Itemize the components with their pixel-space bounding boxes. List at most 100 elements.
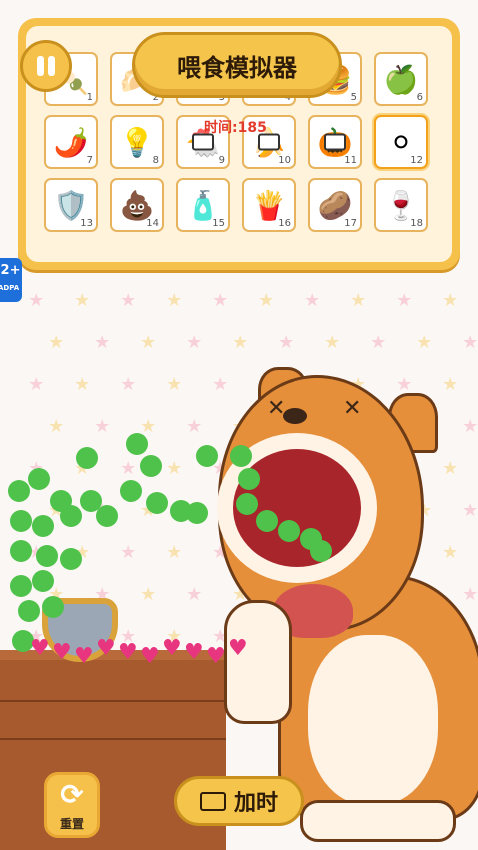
star-icon: ★ [28,290,45,311]
item-slot-17[interactable]: 🥔 17 [308,178,362,232]
star-icon: ★ [370,332,387,353]
item-slot-16[interactable]: 🍟 16 [242,178,296,232]
green-pea [120,480,142,502]
green-pea [310,540,332,562]
star-icon: ★ [74,374,91,395]
star-icon: ★ [278,332,295,353]
item-number: 8 [152,155,159,166]
item-number: 18 [410,218,423,229]
dog-nose [283,408,307,424]
reset-button[interactable]: ⟳ 重置 [44,772,100,838]
item-icon: ⚪ [389,125,413,159]
item-icon: 🛡️ [53,188,89,222]
heart-icon: ♥ [52,640,72,665]
item-slot-6[interactable]: 🍏 6 [374,52,428,106]
green-pea [236,493,258,515]
green-pea [196,445,218,467]
green-pea [126,433,148,455]
green-pea [10,575,32,597]
item-number: 10 [278,155,291,166]
item-icon: 🍏 [383,62,419,96]
item-slot-12[interactable]: ⚪ 12 [374,115,428,169]
heart-icon: ♥ [184,640,204,665]
add-time-button[interactable]: 加时 [174,776,304,826]
refresh-icon: ⟳ [60,778,84,811]
item-slot-18[interactable]: 🍷 18 [374,178,428,232]
green-pea [32,515,54,537]
green-pea [140,455,162,477]
star-icon: ★ [94,332,111,353]
pointing-hand [224,600,292,724]
star-icon: ★ [186,332,203,353]
star-icon: ★ [140,584,157,605]
star-icon: ★ [232,332,249,353]
item-slot-8[interactable]: 💡 8 [110,115,164,169]
green-pea [278,520,300,542]
heart-icon: ♥ [140,644,160,669]
dog-feet [300,800,456,842]
age-rating-sub: CADPA [0,284,20,292]
heart-icon: ♥ [96,636,116,661]
star-icon: ★ [416,332,433,353]
star-icon: ★ [324,332,341,353]
star-icon: ★ [350,290,367,311]
item-number: 16 [278,218,291,229]
star-icon: ★ [120,542,137,563]
item-number: 12 [410,155,423,166]
heart-icon: ♥ [118,640,138,665]
item-icon: 🍷 [383,188,419,222]
green-pea [28,468,50,490]
item-number: 5 [350,92,357,103]
pause-button[interactable] [20,40,72,92]
item-number: 6 [416,92,423,103]
item-icon: 🍟 [251,188,287,222]
item-number: 9 [218,155,225,166]
star-icon: ★ [166,374,183,395]
timer-text: 时间:185 [204,120,267,136]
video-camera-icon [199,791,226,811]
star-icon: ★ [166,458,183,479]
age-rating-badge: 12+ CADPA [0,258,22,302]
item-icon: 🥔 [317,188,353,222]
star-icon: ★ [304,290,321,311]
item-number: 7 [86,155,93,166]
green-pea [230,445,252,467]
star-icon: ★ [94,416,111,437]
item-number: 15 [212,218,225,229]
age-rating: 12+ [0,263,21,278]
star-icon: ★ [462,332,478,353]
star-icon: ★ [28,374,45,395]
item-slot-13[interactable]: 🛡️ 13 [44,178,98,232]
heart-icon: ♥ [74,644,94,669]
green-pea [256,510,278,532]
star-icon: ★ [120,290,137,311]
star-icon: ★ [212,290,229,311]
item-icon: 🌶️ [53,125,89,159]
green-pea [8,480,30,502]
heart-icon: ♥ [30,636,50,661]
green-pea [60,505,82,527]
green-pea [10,540,32,562]
green-pea [76,447,98,469]
star-icon: ★ [166,290,183,311]
item-slot-7[interactable]: 🌶️ 7 [44,115,98,169]
item-slot-11[interactable]: 🎃11 [308,115,362,169]
item-number: 14 [146,218,159,229]
dog-eye-icon: ✕ [343,396,362,421]
star-icon: ★ [120,458,137,479]
star-icon: ★ [74,290,91,311]
heart-icon: ♥ [206,644,226,669]
item-number: 13 [80,218,93,229]
star-icon: ★ [396,290,413,311]
reset-label: 重置 [59,817,84,831]
item-icon: 💩 [119,188,155,222]
green-pea [238,468,260,490]
star-icon: ★ [48,332,65,353]
star-icon: ★ [48,416,65,437]
box-line [0,700,226,702]
star-icon: ★ [186,584,203,605]
item-number: 17 [344,218,357,229]
item-slot-14[interactable]: 💩 14 [110,178,164,232]
item-slot-15[interactable]: 🧴 15 [176,178,230,232]
green-pea [96,505,118,527]
